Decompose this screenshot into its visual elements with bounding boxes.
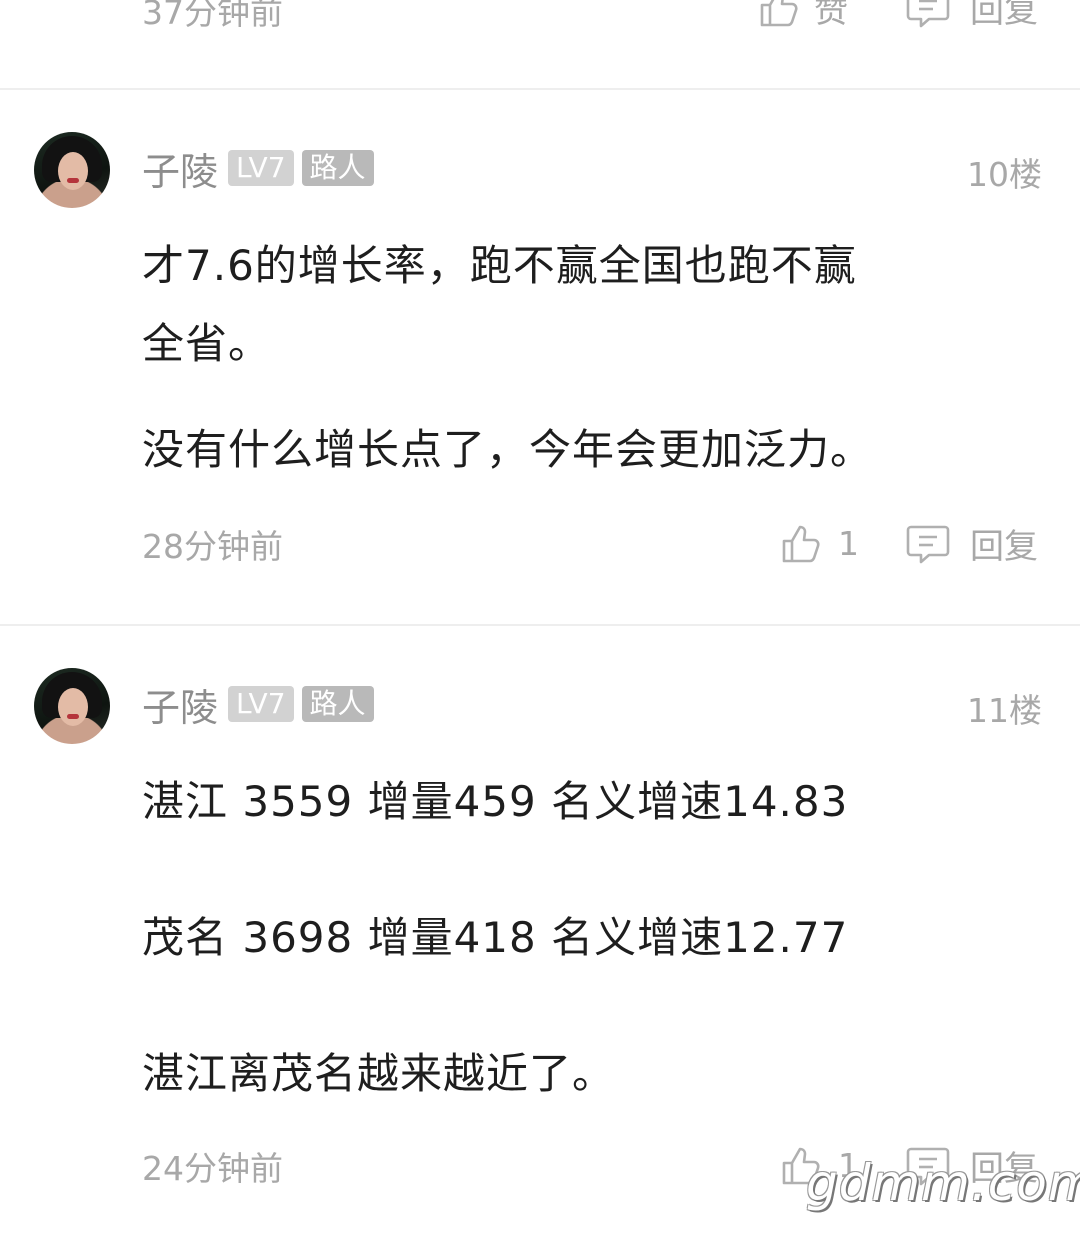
username[interactable]: 子陵 <box>142 141 218 196</box>
comment-time: 24分钟前 <box>142 1149 283 1188</box>
reply-label: 回复 <box>970 0 1038 31</box>
previous-comment-footer: 37分钟前 赞 回复 <box>0 0 1080 88</box>
comment-paragraph: 湛江 3559 增量459 名义增速14.83 <box>142 777 849 826</box>
user-info: 子陵 LV7 路人 <box>142 146 382 194</box>
reply-button[interactable]: 回复 <box>906 518 1038 568</box>
comment-paragraph: 没有什么增长点了，今年会更加泛力。 <box>142 425 874 474</box>
comment-paragraph: 湛江离茂名越来越近了。 <box>142 1049 616 1098</box>
comment-paragraph: 才7.6的增长率，跑不赢全国也跑不赢 <box>142 241 857 290</box>
comment-paragraph: 全省。 <box>142 319 272 368</box>
comment-bubble-icon <box>906 525 950 564</box>
floor-number: 11楼 <box>967 691 1042 730</box>
avatar[interactable] <box>34 132 110 208</box>
comment-item: 子陵 LV7 路人 11楼 湛江 3559 增量459 名义增速14.83 茂名… <box>0 626 1080 1244</box>
like-count: 1 <box>838 523 859 563</box>
reply-label: 回复 <box>970 526 1038 567</box>
comment-paragraph: 茂名 3698 增量418 名义增速12.77 <box>142 913 849 962</box>
comment-list: 37分钟前 赞 回复 子陵 LV7 路人 10楼 才7.6的增长率，跑不赢全国也… <box>0 0 1080 1244</box>
thumbs-up-icon <box>760 0 798 27</box>
floor-number: 10楼 <box>967 155 1042 194</box>
comment-time: 28分钟前 <box>142 527 283 566</box>
level-badge: LV7 <box>228 686 294 722</box>
like-label: 赞 <box>814 0 848 31</box>
like-button[interactable]: 1 <box>778 518 859 568</box>
role-badge: 路人 <box>301 686 374 722</box>
thumbs-up-icon <box>782 525 820 563</box>
comment-item: 子陵 LV7 路人 10楼 才7.6的增长率，跑不赢全国也跑不赢 全省。 没有什… <box>0 90 1080 624</box>
comment-time: 37分钟前 <box>142 0 283 32</box>
avatar[interactable] <box>34 668 110 744</box>
role-badge: 路人 <box>301 150 374 186</box>
reply-button[interactable]: 回复 <box>906 0 1038 32</box>
like-button[interactable]: 赞 <box>756 0 848 32</box>
comment-bubble-icon <box>906 0 950 28</box>
level-badge: LV7 <box>228 150 294 186</box>
user-info: 子陵 LV7 路人 <box>142 682 382 730</box>
username[interactable]: 子陵 <box>142 677 218 732</box>
site-watermark: gdmm.com <box>806 1154 1080 1212</box>
